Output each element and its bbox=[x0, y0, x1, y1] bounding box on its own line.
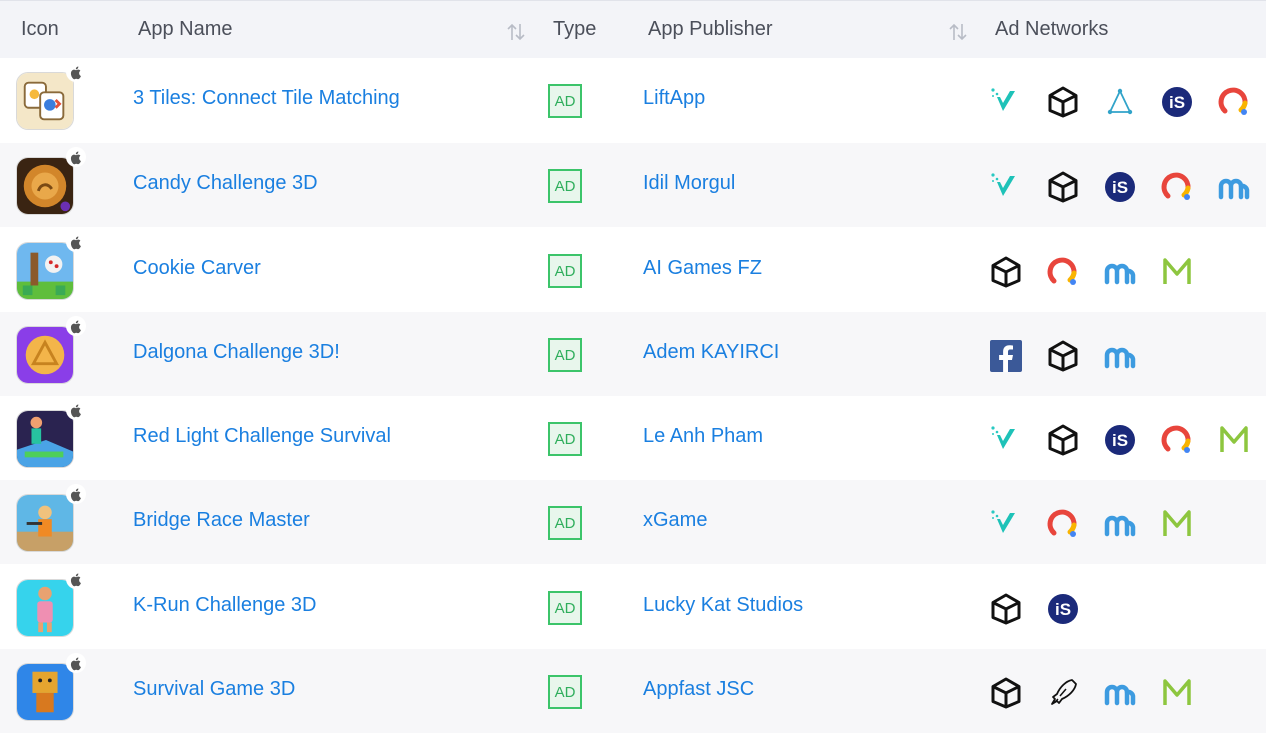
table-row[interactable]: Bridge Race Master AD xGame bbox=[0, 480, 1266, 564]
unity-icon bbox=[989, 676, 1023, 710]
apple-icon bbox=[66, 653, 86, 673]
ironsource-icon: iS bbox=[1160, 85, 1194, 119]
type-badge: AD bbox=[548, 169, 582, 203]
svg-text:iS: iS bbox=[1112, 178, 1128, 197]
sort-publisher-icon[interactable] bbox=[947, 21, 969, 43]
mintegral-icon bbox=[1103, 255, 1137, 289]
header-icon: Icon bbox=[21, 18, 59, 40]
header-app-publisher[interactable]: App Publisher bbox=[648, 18, 773, 41]
unity-icon bbox=[1046, 85, 1080, 119]
app-name-link[interactable]: Dalgona Challenge 3D! bbox=[133, 341, 340, 364]
mintegral-icon bbox=[1103, 507, 1137, 541]
apps-table: Icon App Name Type App Publisher Ad Netw… bbox=[0, 0, 1266, 733]
mintegral-icon bbox=[1103, 339, 1137, 373]
table-row[interactable]: Dalgona Challenge 3D! AD Adem KAYIRCI bbox=[0, 312, 1266, 396]
table-row[interactable]: Survival Game 3D AD Appfast JSC bbox=[0, 649, 1266, 733]
publisher-link[interactable]: Lucky Kat Studios bbox=[643, 594, 803, 617]
mintegral-icon bbox=[1217, 170, 1251, 204]
survival-app-icon[interactable] bbox=[16, 663, 74, 721]
header-type: Type bbox=[553, 18, 597, 40]
header-ad-networks: Ad Networks bbox=[995, 18, 1109, 40]
publisher-link[interactable]: Idil Morgul bbox=[643, 172, 735, 195]
chartboost-icon bbox=[1046, 676, 1080, 710]
apple-icon bbox=[66, 484, 86, 504]
type-badge: AD bbox=[548, 84, 582, 118]
type-badge: AD bbox=[548, 422, 582, 456]
svg-text:iS: iS bbox=[1112, 431, 1128, 450]
type-badge: AD bbox=[548, 675, 582, 709]
vungle-icon bbox=[989, 507, 1023, 541]
publisher-link[interactable]: xGame bbox=[643, 509, 707, 532]
google-admob-icon bbox=[1217, 85, 1251, 119]
app-name-link[interactable]: Survival Game 3D bbox=[133, 678, 295, 701]
table-header: Icon App Name Type App Publisher Ad Netw… bbox=[0, 0, 1266, 58]
app-name-link[interactable]: 3 Tiles: Connect Tile Matching bbox=[133, 87, 400, 110]
publisher-link[interactable]: Adem KAYIRCI bbox=[643, 341, 779, 364]
ironsource-icon: iS bbox=[1046, 592, 1080, 626]
svg-text:iS: iS bbox=[1169, 93, 1185, 112]
redlight-app-icon[interactable] bbox=[16, 410, 74, 468]
mintegral-icon bbox=[1103, 676, 1137, 710]
table-row[interactable]: Cookie Carver AD AI Games FZ bbox=[0, 228, 1266, 312]
table-row[interactable]: K-Run Challenge 3D AD Lucky Kat Studios iS bbox=[0, 565, 1266, 649]
maio-icon bbox=[1160, 507, 1194, 541]
table-row[interactable]: Candy Challenge 3D AD Idil Morgul iS bbox=[0, 143, 1266, 227]
header-app-name[interactable]: App Name bbox=[138, 18, 233, 41]
publisher-link[interactable]: Appfast JSC bbox=[643, 678, 754, 701]
apple-icon bbox=[66, 316, 86, 336]
table-row[interactable]: 3 Tiles: Connect Tile Matching AD LiftApp i… bbox=[0, 58, 1266, 142]
apple-icon bbox=[66, 232, 86, 252]
app-name-link[interactable]: Bridge Race Master bbox=[133, 509, 310, 532]
type-badge: AD bbox=[548, 254, 582, 288]
sort-app-name-icon[interactable] bbox=[505, 21, 527, 43]
maio-icon bbox=[1217, 423, 1251, 457]
unity-icon bbox=[1046, 423, 1080, 457]
unity-icon bbox=[1046, 339, 1080, 373]
bridge-app-icon[interactable] bbox=[16, 494, 74, 552]
vungle-icon bbox=[989, 170, 1023, 204]
unity-icon bbox=[989, 255, 1023, 289]
krun-app-icon[interactable] bbox=[16, 579, 74, 637]
type-badge: AD bbox=[548, 506, 582, 540]
cookie-app-icon[interactable] bbox=[16, 242, 74, 300]
facebook-icon bbox=[989, 339, 1023, 373]
vungle-icon bbox=[989, 85, 1023, 119]
google-admob-icon bbox=[1046, 507, 1080, 541]
app-name-link[interactable]: Candy Challenge 3D bbox=[133, 172, 318, 195]
tiles-app-icon[interactable] bbox=[16, 72, 74, 130]
unity-icon bbox=[989, 592, 1023, 626]
type-badge: AD bbox=[548, 338, 582, 372]
ironsource-icon: iS bbox=[1103, 423, 1137, 457]
google-admob-icon bbox=[1046, 255, 1080, 289]
unity-icon bbox=[1046, 170, 1080, 204]
apple-icon bbox=[66, 400, 86, 420]
maio-icon bbox=[1160, 676, 1194, 710]
svg-text:iS: iS bbox=[1055, 600, 1071, 619]
applovin-icon bbox=[1103, 85, 1137, 119]
type-badge: AD bbox=[548, 591, 582, 625]
vungle-icon bbox=[989, 423, 1023, 457]
candy-app-icon[interactable] bbox=[16, 157, 74, 215]
google-admob-icon bbox=[1160, 423, 1194, 457]
publisher-link[interactable]: Le Anh Pham bbox=[643, 425, 763, 448]
dalgona-app-icon[interactable] bbox=[16, 326, 74, 384]
table-row[interactable]: Red Light Challenge Survival AD Le Anh Pha… bbox=[0, 396, 1266, 480]
app-name-link[interactable]: K-Run Challenge 3D bbox=[133, 594, 316, 617]
publisher-link[interactable]: LiftApp bbox=[643, 87, 705, 110]
publisher-link[interactable]: AI Games FZ bbox=[643, 257, 762, 280]
ironsource-icon: iS bbox=[1103, 170, 1137, 204]
app-name-link[interactable]: Cookie Carver bbox=[133, 257, 261, 280]
apple-icon bbox=[66, 569, 86, 589]
google-admob-icon bbox=[1160, 170, 1194, 204]
app-name-link[interactable]: Red Light Challenge Survival bbox=[133, 425, 391, 448]
apple-icon bbox=[66, 62, 86, 82]
apple-icon bbox=[66, 147, 86, 167]
maio-icon bbox=[1160, 255, 1194, 289]
